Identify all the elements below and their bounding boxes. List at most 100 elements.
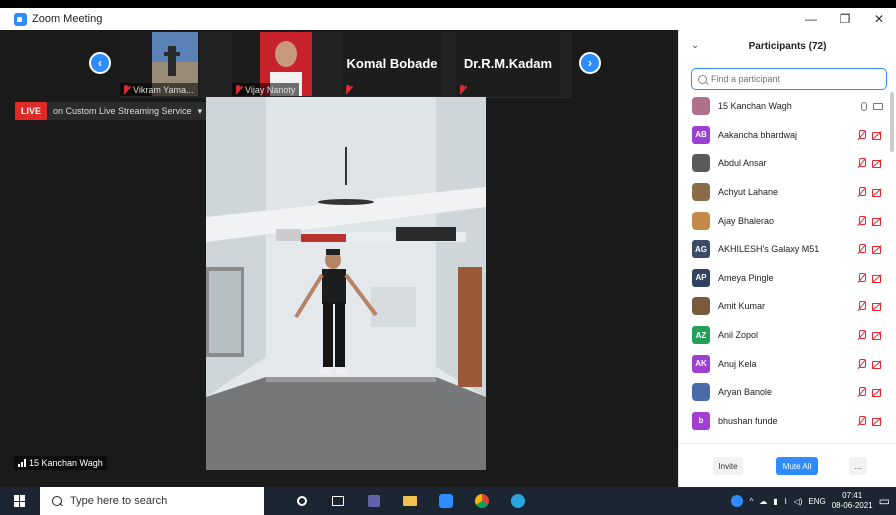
avatar	[692, 183, 710, 202]
mic-muted-icon	[857, 415, 866, 426]
live-stream-dropdown[interactable]: on Custom Live Streaming Service ▾	[47, 102, 209, 120]
participant-row[interactable]: 15 Kanchan Wagh	[679, 92, 889, 121]
language-indicator[interactable]: ENG	[808, 497, 825, 506]
mute-all-button[interactable]: Mute All	[776, 457, 818, 475]
chevron-up-icon[interactable]: ^	[749, 497, 753, 506]
restore-button[interactable]: ❐	[828, 8, 862, 30]
participant-row[interactable]: AP Ameya Pingle	[679, 264, 889, 293]
mic-muted-icon	[857, 330, 866, 340]
mic-icon	[861, 101, 867, 111]
avatar	[692, 297, 710, 316]
participant-status-icons	[857, 121, 883, 150]
participant-status-icons	[857, 149, 883, 178]
cortana-icon[interactable]	[284, 487, 320, 515]
tile-name-bar: Vijay Nanoty	[232, 83, 300, 96]
participant-row[interactable]: b bhushan funde	[679, 407, 889, 436]
prev-page-button[interactable]: ‹	[89, 52, 111, 74]
clock-date: 08-06-2021	[831, 501, 873, 510]
participant-row[interactable]: Aryan Banole	[679, 378, 889, 407]
window-title: Zoom Meeting	[32, 13, 103, 25]
participant-status-icons	[857, 378, 883, 407]
close-button[interactable]: ✕	[862, 8, 896, 30]
video-tile[interactable]: Vikram Yama...	[120, 32, 200, 96]
video-strip: Vikram Yama... Vijay Nanoty Komal Bobade…	[120, 32, 572, 98]
zoom-app-icon[interactable]	[428, 487, 464, 515]
video-tile[interactable]: Dr.R.M.Kadam	[456, 32, 560, 96]
stream-service-label: on Custom Live Streaming Service	[53, 106, 192, 116]
mic-muted-icon	[857, 129, 866, 140]
video-tile[interactable]: Komal Bobade	[342, 32, 442, 96]
live-badge[interactable]: LIVE	[15, 102, 48, 120]
participant-name: 15 Kanchan Wagh	[718, 101, 792, 112]
minimize-button[interactable]: —	[794, 8, 828, 30]
participants-title: Participants (72)	[748, 40, 827, 52]
participant-name: bhushan funde	[718, 415, 778, 426]
video-off-icon	[872, 131, 883, 140]
avatar: AG	[692, 240, 710, 259]
participant-status-icons	[857, 349, 883, 378]
participant-row[interactable]: AB Aakancha bhardwaj	[679, 121, 889, 150]
chevron-left-icon: ‹	[98, 56, 102, 70]
participant-list-scrollbar[interactable]	[890, 92, 894, 152]
next-page-button[interactable]: ›	[579, 52, 601, 74]
help-icon[interactable]	[731, 495, 744, 507]
participant-row[interactable]: Abdul Ansar	[679, 149, 889, 178]
teams-icon[interactable]	[356, 487, 392, 515]
participant-row[interactable]: AG AKHILESH's Galaxy M51	[679, 235, 889, 264]
video-off-icon	[872, 188, 883, 198]
participant-search-input[interactable]	[711, 74, 881, 84]
video-off-icon	[872, 245, 883, 255]
task-view-icon[interactable]	[320, 487, 356, 515]
taskbar-search[interactable]: Type here to search	[40, 487, 264, 515]
taskbar-pinned-apps	[284, 487, 536, 515]
windows-taskbar: Type here to search ^ ☁ ▮ ⌇ ◁) ENG 07:41…	[0, 487, 896, 515]
notifications-icon[interactable]: ▭	[879, 494, 890, 508]
avatar: AB	[692, 125, 710, 144]
top-border	[0, 0, 896, 8]
participant-name: Aakancha bhardwaj	[718, 129, 798, 140]
video-tile[interactable]: Vijay Nanoty	[232, 32, 312, 96]
avatar: AZ	[692, 326, 710, 345]
self-name-label: 15 Kanchan Wagh	[14, 456, 107, 470]
onedrive-icon[interactable]: ☁	[759, 497, 767, 506]
start-button[interactable]	[0, 487, 40, 515]
mic-muted-icon	[857, 358, 866, 369]
participant-name: AKHILESH's Galaxy M51	[718, 244, 820, 255]
video-off-icon	[872, 159, 883, 169]
invite-button[interactable]: Invite	[713, 457, 743, 475]
participant-status-icons	[857, 321, 883, 350]
avatar: AP	[692, 268, 710, 287]
panel-footer: Invite Mute All ...	[679, 443, 896, 487]
chrome-icon[interactable]	[464, 487, 500, 515]
network-icon[interactable]: ⌇	[784, 497, 788, 506]
participant-row[interactable]: Ajay Bhalerao	[679, 206, 889, 235]
battery-icon[interactable]: ▮	[773, 497, 777, 506]
participant-list: 15 Kanchan Wagh AB Aakancha bhardwaj Abdul …	[679, 92, 889, 442]
participant-search[interactable]	[691, 68, 887, 90]
clock[interactable]: 07:41 08-06-2021	[832, 491, 873, 511]
participant-row[interactable]: AZ Anil Zopol	[679, 321, 889, 350]
signal-bars-icon	[18, 459, 26, 467]
volume-icon[interactable]: ◁)	[794, 497, 803, 506]
more-button[interactable]: ...	[849, 457, 867, 475]
chevron-down-icon[interactable]: ⌄	[691, 40, 699, 51]
tile-name-bar: Vikram Yama...	[120, 83, 198, 96]
participant-row[interactable]: AK Anuj Kela	[679, 349, 889, 378]
participant-row[interactable]: Amit Kumar	[679, 292, 889, 321]
participant-status-icons	[857, 292, 883, 321]
video-off-icon	[872, 274, 883, 283]
telegram-icon[interactable]	[500, 487, 536, 515]
window-controls: — ❐ ✕	[794, 8, 896, 30]
video-frame	[206, 97, 486, 470]
file-explorer-icon[interactable]	[392, 487, 428, 515]
video-off-icon	[872, 331, 883, 341]
participants-panel: ⌄ Participants (72) 15 Kanchan Wagh AB Aak…	[678, 30, 896, 487]
participant-status-icons	[857, 178, 883, 207]
participant-row[interactable]: Achyut Lahane	[679, 178, 889, 207]
tile-name: Vikram Yama...	[133, 84, 194, 95]
chevron-right-icon: ›	[588, 56, 592, 70]
participant-status-icons	[857, 206, 883, 235]
tile-display-name: Komal Bobade	[346, 56, 438, 71]
mic-muted-icon	[857, 244, 866, 254]
avatar	[692, 211, 710, 230]
